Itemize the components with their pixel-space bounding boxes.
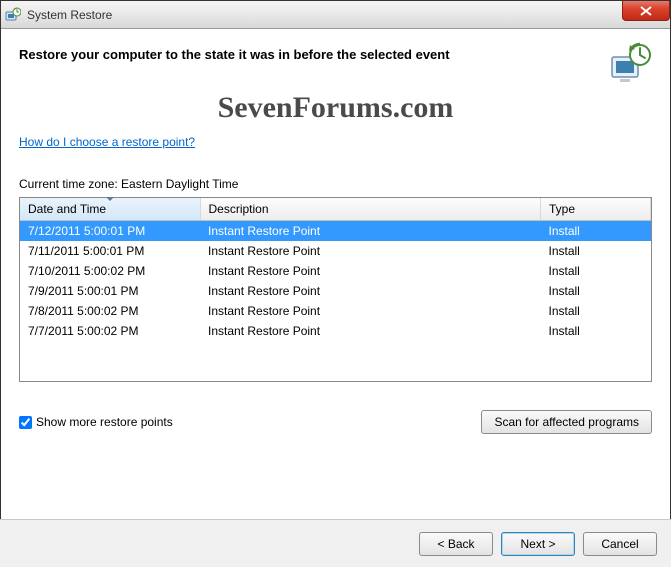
content-area: Restore your computer to the state it wa…: [1, 29, 670, 434]
restore-icon: [608, 41, 652, 85]
cell-description: Instant Restore Point: [200, 261, 541, 281]
cell-type: Install: [541, 281, 651, 301]
titlebar: System Restore: [1, 1, 670, 29]
cell-datetime: 7/7/2011 5:00:02 PM: [20, 321, 200, 341]
cell-datetime: 7/11/2011 5:00:01 PM: [20, 241, 200, 261]
page-heading: Restore your computer to the state it wa…: [19, 41, 450, 62]
close-button[interactable]: [622, 1, 670, 21]
cancel-button[interactable]: Cancel: [583, 532, 657, 556]
cell-description: Instant Restore Point: [200, 281, 541, 301]
cell-type: Install: [541, 301, 651, 321]
app-icon: [5, 7, 21, 23]
cell-datetime: 7/12/2011 5:00:01 PM: [20, 221, 200, 242]
window-title: System Restore: [27, 8, 112, 22]
back-button[interactable]: < Back: [419, 532, 493, 556]
cell-datetime: 7/9/2011 5:00:01 PM: [20, 281, 200, 301]
cell-type: Install: [541, 241, 651, 261]
column-header-description[interactable]: Description: [200, 198, 541, 221]
header-row: Restore your computer to the state it wa…: [19, 41, 652, 85]
show-more-checkbox[interactable]: Show more restore points: [19, 415, 173, 429]
column-label: Type: [549, 202, 575, 216]
sort-descending-icon: [106, 197, 114, 201]
column-label: Description: [209, 202, 269, 216]
restore-points-table: Date and Time Description Type 7/12/2011…: [19, 197, 652, 382]
column-label: Date and Time: [28, 202, 106, 216]
cell-datetime: 7/8/2011 5:00:02 PM: [20, 301, 200, 321]
show-more-label: Show more restore points: [36, 415, 173, 429]
cell-datetime: 7/10/2011 5:00:02 PM: [20, 261, 200, 281]
help-link[interactable]: How do I choose a restore point?: [19, 135, 195, 149]
below-table-row: Show more restore points Scan for affect…: [19, 410, 652, 434]
table-row[interactable]: 7/11/2011 5:00:01 PMInstant Restore Poin…: [20, 241, 651, 261]
cell-description: Instant Restore Point: [200, 301, 541, 321]
cell-description: Instant Restore Point: [200, 321, 541, 341]
cell-type: Install: [541, 221, 651, 242]
next-button[interactable]: Next >: [501, 532, 575, 556]
table-empty-area: [20, 341, 651, 381]
cell-description: Instant Restore Point: [200, 241, 541, 261]
scan-button[interactable]: Scan for affected programs: [481, 410, 652, 434]
timezone-label: Current time zone: Eastern Daylight Time: [19, 177, 652, 191]
cell-description: Instant Restore Point: [200, 221, 541, 242]
cell-type: Install: [541, 261, 651, 281]
watermark-text: SevenForums.com: [19, 91, 652, 125]
footer-bar: < Back Next > Cancel: [0, 519, 671, 567]
column-header-type[interactable]: Type: [541, 198, 651, 221]
table-row[interactable]: 7/10/2011 5:00:02 PMInstant Restore Poin…: [20, 261, 651, 281]
cell-type: Install: [541, 321, 651, 341]
show-more-input[interactable]: [19, 416, 32, 429]
table-row[interactable]: 7/9/2011 5:00:01 PMInstant Restore Point…: [20, 281, 651, 301]
table-row[interactable]: 7/12/2011 5:00:01 PMInstant Restore Poin…: [20, 221, 651, 242]
table-row[interactable]: 7/8/2011 5:00:02 PMInstant Restore Point…: [20, 301, 651, 321]
table-row[interactable]: 7/7/2011 5:00:02 PMInstant Restore Point…: [20, 321, 651, 341]
column-header-datetime[interactable]: Date and Time: [20, 198, 200, 221]
